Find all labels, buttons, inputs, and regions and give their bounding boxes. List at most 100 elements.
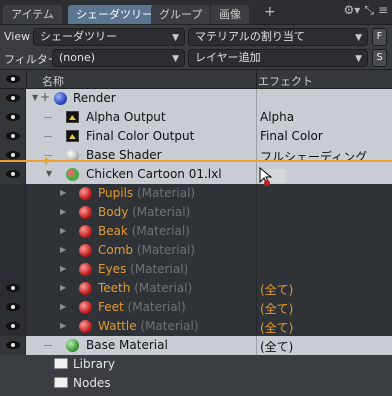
tab-groups[interactable]: グループ (151, 5, 211, 24)
tree-row-final-color-output[interactable]: Final Color Output Final Color (0, 127, 392, 146)
expand-arrow-icon[interactable]: ▶ (60, 188, 66, 197)
tree-row-nodes[interactable]: Nodes (0, 374, 392, 393)
tree-item-effect: Alpha (260, 110, 295, 124)
chevron-down-icon: ▼ (172, 33, 179, 43)
visibility-eye-icon[interactable] (6, 341, 20, 349)
tree-item-label: Feet (Material) (98, 300, 186, 314)
chevron-down-icon: ▼ (355, 33, 362, 43)
tab-shader-tree[interactable]: シェーダツリー (68, 5, 161, 24)
visibility-eye-icon[interactable] (6, 284, 20, 292)
tree-row-base-material[interactable]: Base Material (全て) (0, 336, 392, 355)
column-header: 名称 エフェクト (0, 69, 392, 90)
assign-material-value: マテリアルの割り当て (195, 30, 305, 43)
visibility-eye-icon[interactable] (6, 303, 20, 311)
f-button[interactable]: F (372, 28, 387, 46)
view-dropdown-value: シェーダツリー (40, 30, 117, 43)
tree-item-effect: (全て) (260, 302, 294, 316)
visibility-eye-icon[interactable] (6, 322, 20, 330)
tree-item-label: Eyes (Material) (98, 262, 189, 276)
tree-item-effect: Final Color (260, 129, 323, 143)
menu-icon[interactable]: ≡ (378, 3, 388, 18)
visibility-eye-icon[interactable] (6, 132, 20, 140)
material-icon (79, 225, 92, 238)
chevron-down-icon: ▼ (172, 54, 179, 64)
tree-row-pupils[interactable]: ▶ Pupils (Material) (0, 184, 392, 203)
assign-material-dropdown[interactable]: マテリアルの割り当て ▼ (188, 28, 368, 46)
drop-indicator-arrow-icon (45, 157, 51, 165)
tree-item-label: Alpha Output (86, 110, 166, 124)
tree-row-body[interactable]: ▶ Body (Material) (0, 203, 392, 222)
visibility-eye-icon[interactable] (6, 151, 20, 159)
material-group-icon (66, 168, 79, 181)
tree-row-teeth[interactable]: ▶ Teeth (Material) (全て) (0, 279, 392, 298)
view-row: View シェーダツリー ▼ マテリアルの割り当て ▼ F (0, 26, 392, 48)
add-child-icon: + (40, 90, 51, 104)
add-layer-value: レイヤー追加 (195, 51, 261, 64)
tree-row-alpha-output[interactable]: Alpha Output Alpha (0, 108, 392, 127)
shader-tree: ▼ + Render Alpha Output Alpha Final Colo… (0, 89, 392, 396)
tree-item-label: Final Color Output (86, 129, 195, 143)
tree-row-beak[interactable]: ▶ Beak (Material) (0, 222, 392, 241)
expand-arrow-icon[interactable]: ▼ (32, 93, 38, 102)
tab-items[interactable]: アイテム (3, 5, 62, 24)
material-icon (79, 206, 92, 219)
expand-arrow-icon[interactable]: ▶ (60, 283, 66, 292)
expand-arrow-icon[interactable]: ▶ (60, 264, 66, 273)
material-icon (79, 320, 92, 333)
expand-arrow-icon[interactable]: ▶ (60, 226, 66, 235)
tree-item-label: Render (73, 91, 116, 105)
gear-icon[interactable]: ⚙▾ (344, 3, 361, 18)
tree-item-label: Library (73, 357, 115, 371)
folder-icon (54, 358, 68, 369)
tree-row-base-shader[interactable]: Base Shader フルシェーディング (0, 146, 392, 165)
expand-arrow-icon[interactable]: ▶ (60, 321, 66, 330)
tree-item-label: Body (Material) (98, 205, 191, 219)
tree-item-label: Base Material (86, 338, 168, 352)
tree-item-effect: (全て) (260, 340, 294, 354)
tree-row-chicken-cartoon[interactable]: ▼ Chicken Cartoon 01.lxl (0, 165, 392, 184)
visibility-eye-icon[interactable] (6, 170, 20, 178)
tree-row-feet[interactable]: ▶ Feet (Material) (全て) (0, 298, 392, 317)
filter-dropdown-value: (none) (59, 51, 96, 64)
chevron-down-icon: ▼ (355, 54, 362, 64)
visibility-eye-icon[interactable] (6, 94, 20, 102)
base-material-icon (66, 339, 79, 352)
tree-row-library[interactable]: Library (0, 355, 392, 374)
material-icon (79, 187, 92, 200)
output-icon (66, 130, 79, 142)
material-icon (79, 263, 92, 276)
add-layer-dropdown[interactable]: レイヤー追加 ▼ (188, 49, 368, 67)
column-name[interactable]: 名称 (42, 73, 64, 89)
view-label: View (4, 30, 31, 43)
tab-images[interactable]: 画像 (211, 5, 249, 24)
expand-icon[interactable]: ⤡ (364, 3, 374, 18)
tree-item-label: Comb (Material) (98, 243, 195, 257)
tree-item-effect: フルシェーディング (260, 150, 368, 164)
tree-item-label: Chicken Cartoon 01.lxl (86, 167, 222, 181)
drag-cursor-icon (258, 167, 286, 186)
expand-arrow-icon[interactable]: ▶ (60, 245, 66, 254)
expand-arrow-icon[interactable]: ▶ (60, 207, 66, 216)
expand-arrow-icon[interactable]: ▼ (46, 169, 52, 178)
material-icon (79, 301, 92, 314)
view-dropdown[interactable]: シェーダツリー ▼ (33, 28, 185, 46)
tree-row-render[interactable]: ▼ + Render (0, 89, 392, 108)
eye-icon[interactable] (6, 75, 20, 83)
tree-row-comb[interactable]: ▶ Comb (Material) (0, 241, 392, 260)
filter-dropdown[interactable]: (none) ▼ (52, 49, 185, 67)
tree-row-wattle[interactable]: ▶ Wattle (Material) (全て) (0, 317, 392, 336)
add-tab-button[interactable]: + (264, 4, 276, 20)
folder-icon (54, 377, 68, 388)
drop-indicator-line (0, 160, 392, 162)
tree-item-label: Pupils (Material) (98, 186, 196, 200)
render-ball-icon (54, 92, 67, 105)
column-effect[interactable]: エフェクト (258, 73, 313, 89)
visibility-eye-icon[interactable] (6, 113, 20, 121)
material-icon (79, 282, 92, 295)
tab-bar: アイテム シェーダツリー グループ 画像 + ⚙▾ ⤡ ≡ (0, 0, 392, 25)
expand-arrow-icon[interactable]: ▶ (60, 302, 66, 311)
tree-item-label: Teeth (Material) (98, 281, 193, 295)
s-button[interactable]: S (372, 49, 387, 67)
tree-item-label: Beak (Material) (98, 224, 190, 238)
tree-row-eyes[interactable]: ▶ Eyes (Material) (0, 260, 392, 279)
